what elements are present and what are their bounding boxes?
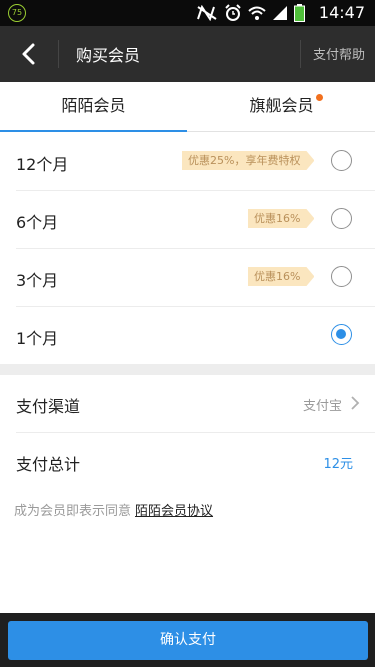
notification-badge: 75 <box>8 4 26 22</box>
membership-tabs: 陌陌会员 旗舰会员 <box>0 82 375 132</box>
plan-label: 1个月 <box>16 329 59 348</box>
plan-radio[interactable] <box>331 208 352 229</box>
discount-badge: 优惠16% <box>248 267 314 286</box>
new-dot-indicator <box>316 94 323 101</box>
agreement-text: 成为会员即表示同意 陌陌会员协议 <box>14 500 213 519</box>
plan-option-6-months[interactable]: 6个月 优惠16% <box>0 190 375 248</box>
agreement-prefix: 成为会员即表示同意 <box>14 504 132 519</box>
back-button[interactable] <box>16 40 44 68</box>
plan-option-3-months[interactable]: 3个月 优惠16% <box>0 248 375 306</box>
plan-radio[interactable] <box>331 266 352 287</box>
member-agreement-link[interactable]: 陌陌会员协议 <box>135 504 213 519</box>
payment-total-row: 支付总计 12元 <box>0 433 375 491</box>
nav-bar: 购买会员 支付帮助 <box>0 26 375 82</box>
battery-icon <box>294 4 305 22</box>
alarm-icon <box>225 4 241 21</box>
plan-label: 12个月 <box>16 155 69 174</box>
clock: 14:47 <box>318 3 365 22</box>
plan-option-12-months[interactable]: 12个月 优惠25%，享年费特权 <box>0 132 375 190</box>
back-arrow-icon <box>22 43 35 65</box>
chevron-right-icon <box>351 396 360 410</box>
page-title: 购买会员 <box>76 46 141 65</box>
section-divider <box>0 364 375 375</box>
plan-list: 12个月 优惠25%，享年费特权 6个月 优惠16% 3个月 优惠16% 1个月 <box>0 132 375 364</box>
payment-total-value: 12元 <box>323 457 353 472</box>
tab-flagship-member[interactable]: 旗舰会员 <box>188 82 375 132</box>
tab-momo-member[interactable]: 陌陌会员 <box>0 82 187 132</box>
bottom-bar: 确认支付 <box>0 613 375 667</box>
nav-divider <box>58 40 59 68</box>
plan-label: 3个月 <box>16 271 59 290</box>
status-icons <box>196 4 305 22</box>
plan-radio[interactable] <box>331 150 352 171</box>
payment-channel-label: 支付渠道 <box>16 397 81 416</box>
nav-divider <box>300 40 301 68</box>
discount-badge: 优惠25%，享年费特权 <box>182 151 314 170</box>
payment-total-label: 支付总计 <box>16 455 81 474</box>
wifi-icon <box>248 6 266 20</box>
signal-icon <box>273 6 287 20</box>
plan-radio-selected[interactable] <box>331 324 352 345</box>
plan-option-1-month[interactable]: 1个月 <box>0 306 375 364</box>
payment-help-link[interactable]: 支付帮助 <box>313 44 365 63</box>
confirm-payment-button[interactable]: 确认支付 <box>8 621 368 660</box>
payment-channel-value: 支付宝 <box>302 399 342 414</box>
payment-channel-row[interactable]: 支付渠道 支付宝 <box>0 375 375 433</box>
plan-label: 6个月 <box>16 213 59 232</box>
nfc-off-icon <box>197 5 217 21</box>
status-bar: 75 14:47 <box>0 0 375 26</box>
discount-badge: 优惠16% <box>248 209 314 228</box>
